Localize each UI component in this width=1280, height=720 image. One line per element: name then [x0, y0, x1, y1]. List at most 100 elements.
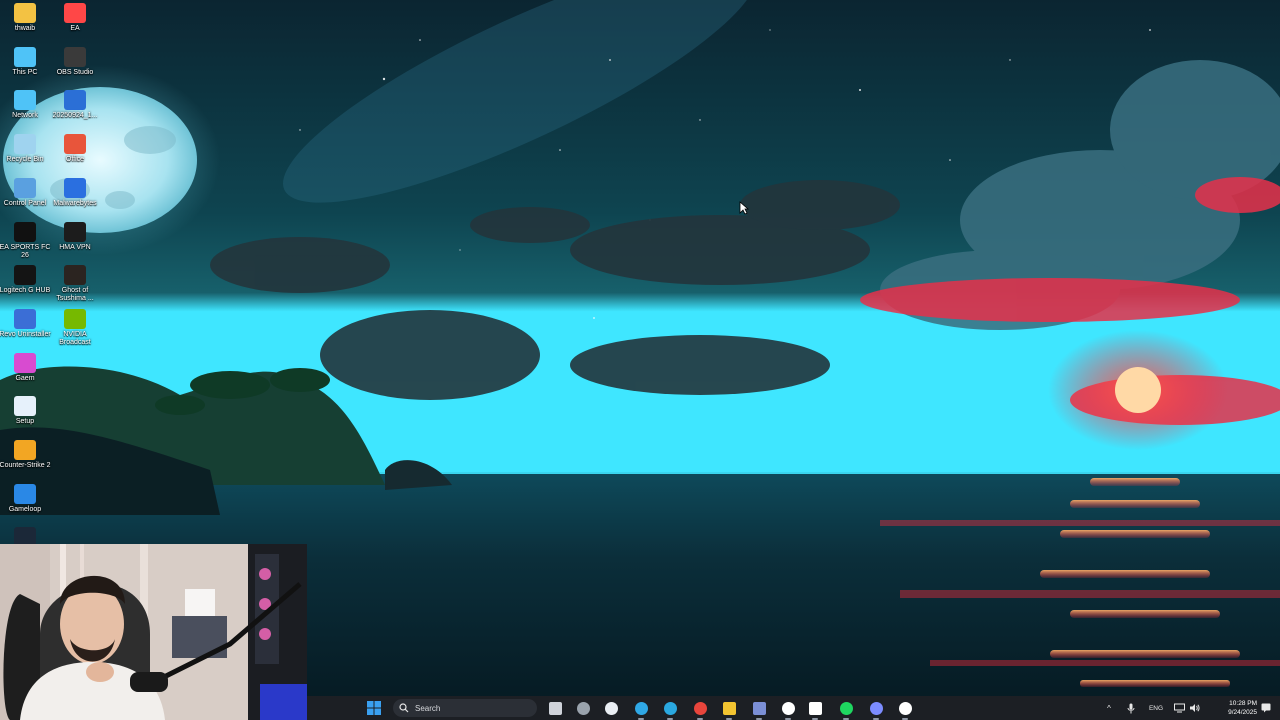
nvidia-icon: [64, 308, 86, 329]
clock-date: 9/24/2025: [1228, 709, 1257, 716]
desktop-icon-nvidia-broadcast[interactable]: NVIDIA Broadcast: [49, 308, 101, 347]
telegram-icon[interactable]: [662, 700, 678, 720]
ghost-of-tsushima-icon: [64, 265, 86, 286]
desktop-icon-counter-strike-2[interactable]: Counter-Strike 2: [0, 440, 51, 470]
desktop-icons: thwaib EA This PC OBS Studio Network 20250924…: [0, 0, 110, 548]
edge-glyph: [634, 701, 648, 715]
desktop[interactable]: thwaib EA This PC OBS Studio Network 20250924…: [0, 0, 1280, 720]
discord-icon[interactable]: [868, 700, 884, 720]
desktop-icon-office[interactable]: Office: [49, 134, 101, 164]
desktop-icon-label: Network: [12, 112, 38, 120]
desktop-icon-obs-studio[interactable]: OBS Studio: [49, 46, 101, 77]
desktop-icon-label: This PC: [12, 68, 38, 76]
office-icon: [64, 134, 86, 155]
desktop-icon-this-pc[interactable]: This PC: [0, 46, 51, 77]
desktop-icon-label: Malwarebytes: [53, 199, 97, 207]
capcut-glyph: [604, 701, 618, 715]
desktop-icon-ghost-of-tsushima[interactable]: Ghost of Tsushima ...: [49, 265, 101, 303]
desktop-icon-network[interactable]: Network: [0, 90, 51, 120]
desktop-icon-label: 20250924_1...: [52, 112, 98, 120]
widgets-icon[interactable]: [575, 700, 591, 716]
notification-icon[interactable]: [1260, 701, 1272, 715]
desktop-icon-label: EA: [70, 25, 80, 32]
language-indicator[interactable]: ENG: [1145, 701, 1167, 715]
webcam-overlay: [0, 544, 307, 720]
discord-glyph: [869, 701, 883, 715]
obs-studio-glyph: [898, 701, 912, 715]
start-button[interactable]: [366, 700, 382, 716]
telegram-glyph: [663, 701, 677, 715]
clock-app-icon[interactable]: [780, 700, 796, 720]
malwarebytes-icon: [64, 177, 86, 198]
task-view-icon[interactable]: [547, 700, 563, 716]
desktop-icon-label: OBS Studio: [56, 68, 94, 76]
folder-icon: [14, 3, 36, 23]
search-icon: [399, 703, 409, 713]
desktop-icon-label: Gameloop: [8, 505, 42, 513]
desktop-icon-control-panel[interactable]: Control Panel: [0, 177, 51, 208]
task-view-glyph: [548, 701, 562, 715]
gameloop-icon: [14, 483, 36, 504]
desktop-icon-label: HMA VPN: [59, 243, 91, 251]
windows-logo-icon: [367, 701, 381, 715]
desktop-icon-setup[interactable]: Setup: [0, 396, 51, 426]
desktop-icon-ea[interactable]: EA: [49, 3, 101, 33]
volume-icon[interactable]: [1188, 701, 1200, 715]
desktop-icon-label: EA SPORTS FC 26: [0, 243, 51, 259]
desktop-icon-label: Revo Uninstaller: [0, 330, 51, 338]
clock-app-glyph: [781, 701, 795, 715]
gaem-icon: [14, 352, 36, 373]
chrome-glyph: [693, 701, 707, 715]
edge-icon[interactable]: [633, 700, 649, 720]
chrome-icon[interactable]: [692, 700, 708, 720]
desktop-icon-label: Gaem: [15, 374, 35, 382]
microphone-icon[interactable]: [1125, 701, 1137, 715]
recycle-bin-icon: [14, 134, 36, 155]
mouse-cursor-icon: [739, 201, 750, 215]
taskbar: Search ^ ENG 10:28 PM 9/24/2025: [307, 696, 1280, 720]
revo-icon: [14, 308, 36, 329]
desktop-icon-label: Counter-Strike 2: [0, 462, 51, 469]
taskbar-search-box[interactable]: Search: [393, 699, 537, 717]
file-explorer-icon[interactable]: [721, 700, 737, 720]
desktop-icon-label: Recycle Bin: [6, 156, 44, 164]
desktop-icon-ea-sports-fc-26[interactable]: EA SPORTS FC 26: [0, 221, 51, 260]
desktop-icon-logitech-g-hub[interactable]: Logitech G HUB: [0, 265, 51, 295]
network-icon: [14, 90, 36, 111]
desktop-icon-label: Ghost of Tsushima ...: [56, 287, 94, 303]
ea-fc-icon: [14, 221, 36, 242]
control-panel-icon: [14, 177, 36, 198]
capcut-icon[interactable]: [603, 700, 619, 716]
desktop-icon-hma-vpn[interactable]: HMA VPN: [49, 221, 101, 252]
ea-app-icon: [64, 3, 86, 23]
file-explorer-glyph: [722, 701, 736, 715]
search-placeholder: Search: [415, 703, 441, 713]
outlook-icon[interactable]: [751, 700, 767, 720]
desktop-icon-label: Control Panel: [3, 199, 47, 207]
counter-strike-icon: [14, 440, 36, 460]
desktop-icon-revo-uninstaller[interactable]: Revo Uninstaller: [0, 308, 51, 339]
obs-studio-icon[interactable]: [897, 700, 913, 720]
show-hidden-icons-button[interactable]: ^: [1104, 701, 1114, 715]
spotify-glyph: [839, 701, 853, 715]
obs-icon: [64, 46, 86, 67]
desktop-icon-label: NVIDIA Broadcast: [59, 330, 91, 346]
notion-icon[interactable]: [807, 700, 823, 720]
computer-icon: [14, 46, 36, 67]
video-file-icon: [64, 90, 86, 111]
desktop-icon-gaem[interactable]: Gaem: [0, 352, 51, 383]
spotify-icon[interactable]: [838, 700, 854, 720]
taskbar-clock[interactable]: 10:28 PM 9/24/2025: [1209, 699, 1257, 717]
widgets-glyph: [576, 701, 590, 715]
desktop-icon-gameloop[interactable]: Gameloop: [0, 483, 51, 514]
desktop-icon-20250924-1[interactable]: 20250924_1...: [49, 90, 101, 120]
desktop-icon-recycle-bin[interactable]: Recycle Bin: [0, 134, 51, 164]
desktop-icon-malwarebytes[interactable]: Malwarebytes: [49, 177, 101, 208]
network-icon[interactable]: [1173, 701, 1185, 715]
clock-time: 10:28 PM: [1229, 700, 1257, 707]
desktop-icon-label: Setup: [15, 418, 35, 426]
logitech-icon: [14, 265, 36, 286]
desktop-icon-thwaib[interactable]: thwaib: [0, 3, 51, 33]
desktop-icon-label: thwaib: [14, 25, 36, 32]
setup-icon: [14, 396, 36, 417]
